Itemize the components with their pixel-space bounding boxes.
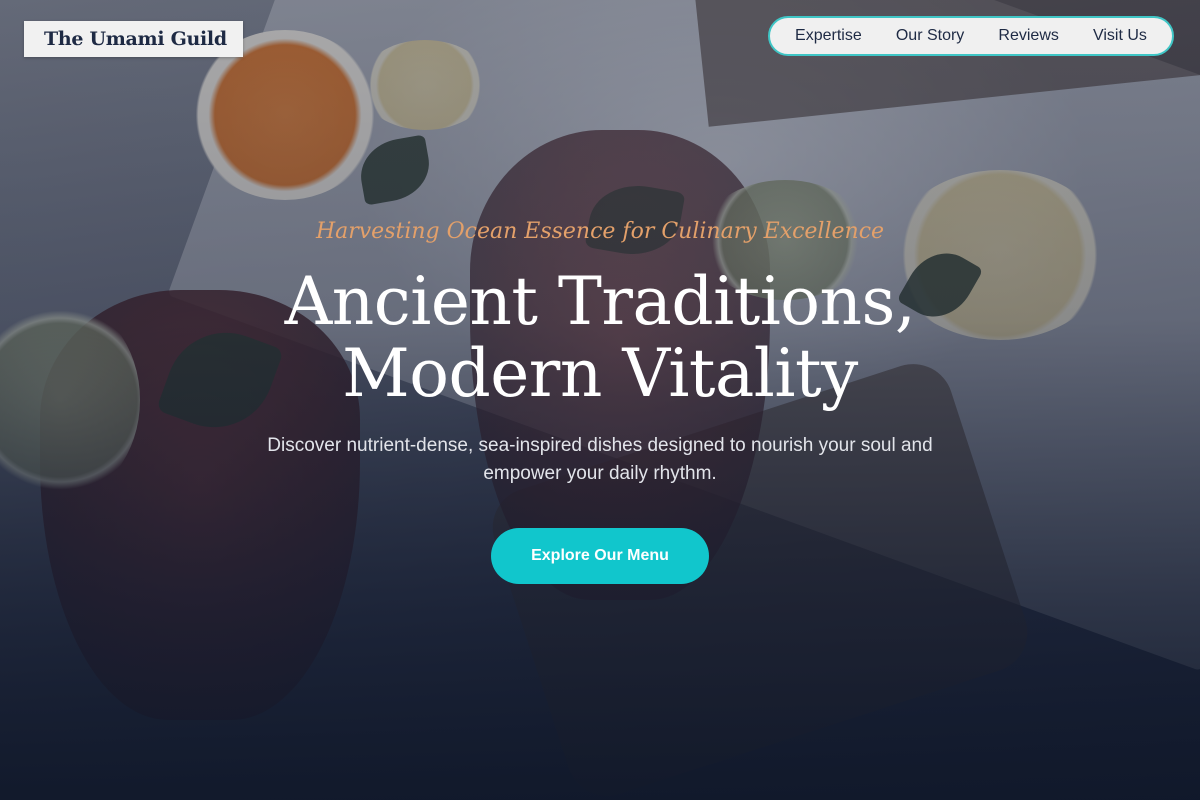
hero-content: Harvesting Ocean Essence for Culinary Ex… bbox=[0, 0, 1200, 800]
hero-headline-line-2: Modern Vitality bbox=[342, 335, 858, 412]
explore-menu-button[interactable]: Explore Our Menu bbox=[491, 528, 709, 584]
hero-subtitle: Discover nutrient-dense, sea-inspired di… bbox=[267, 435, 933, 484]
hero-headline-line-1: Ancient Traditions, bbox=[284, 263, 916, 340]
hero-headline: Ancient Traditions, Modern Vitality bbox=[0, 266, 1200, 410]
hero-tagline: Harvesting Ocean Essence for Culinary Ex… bbox=[315, 219, 885, 244]
